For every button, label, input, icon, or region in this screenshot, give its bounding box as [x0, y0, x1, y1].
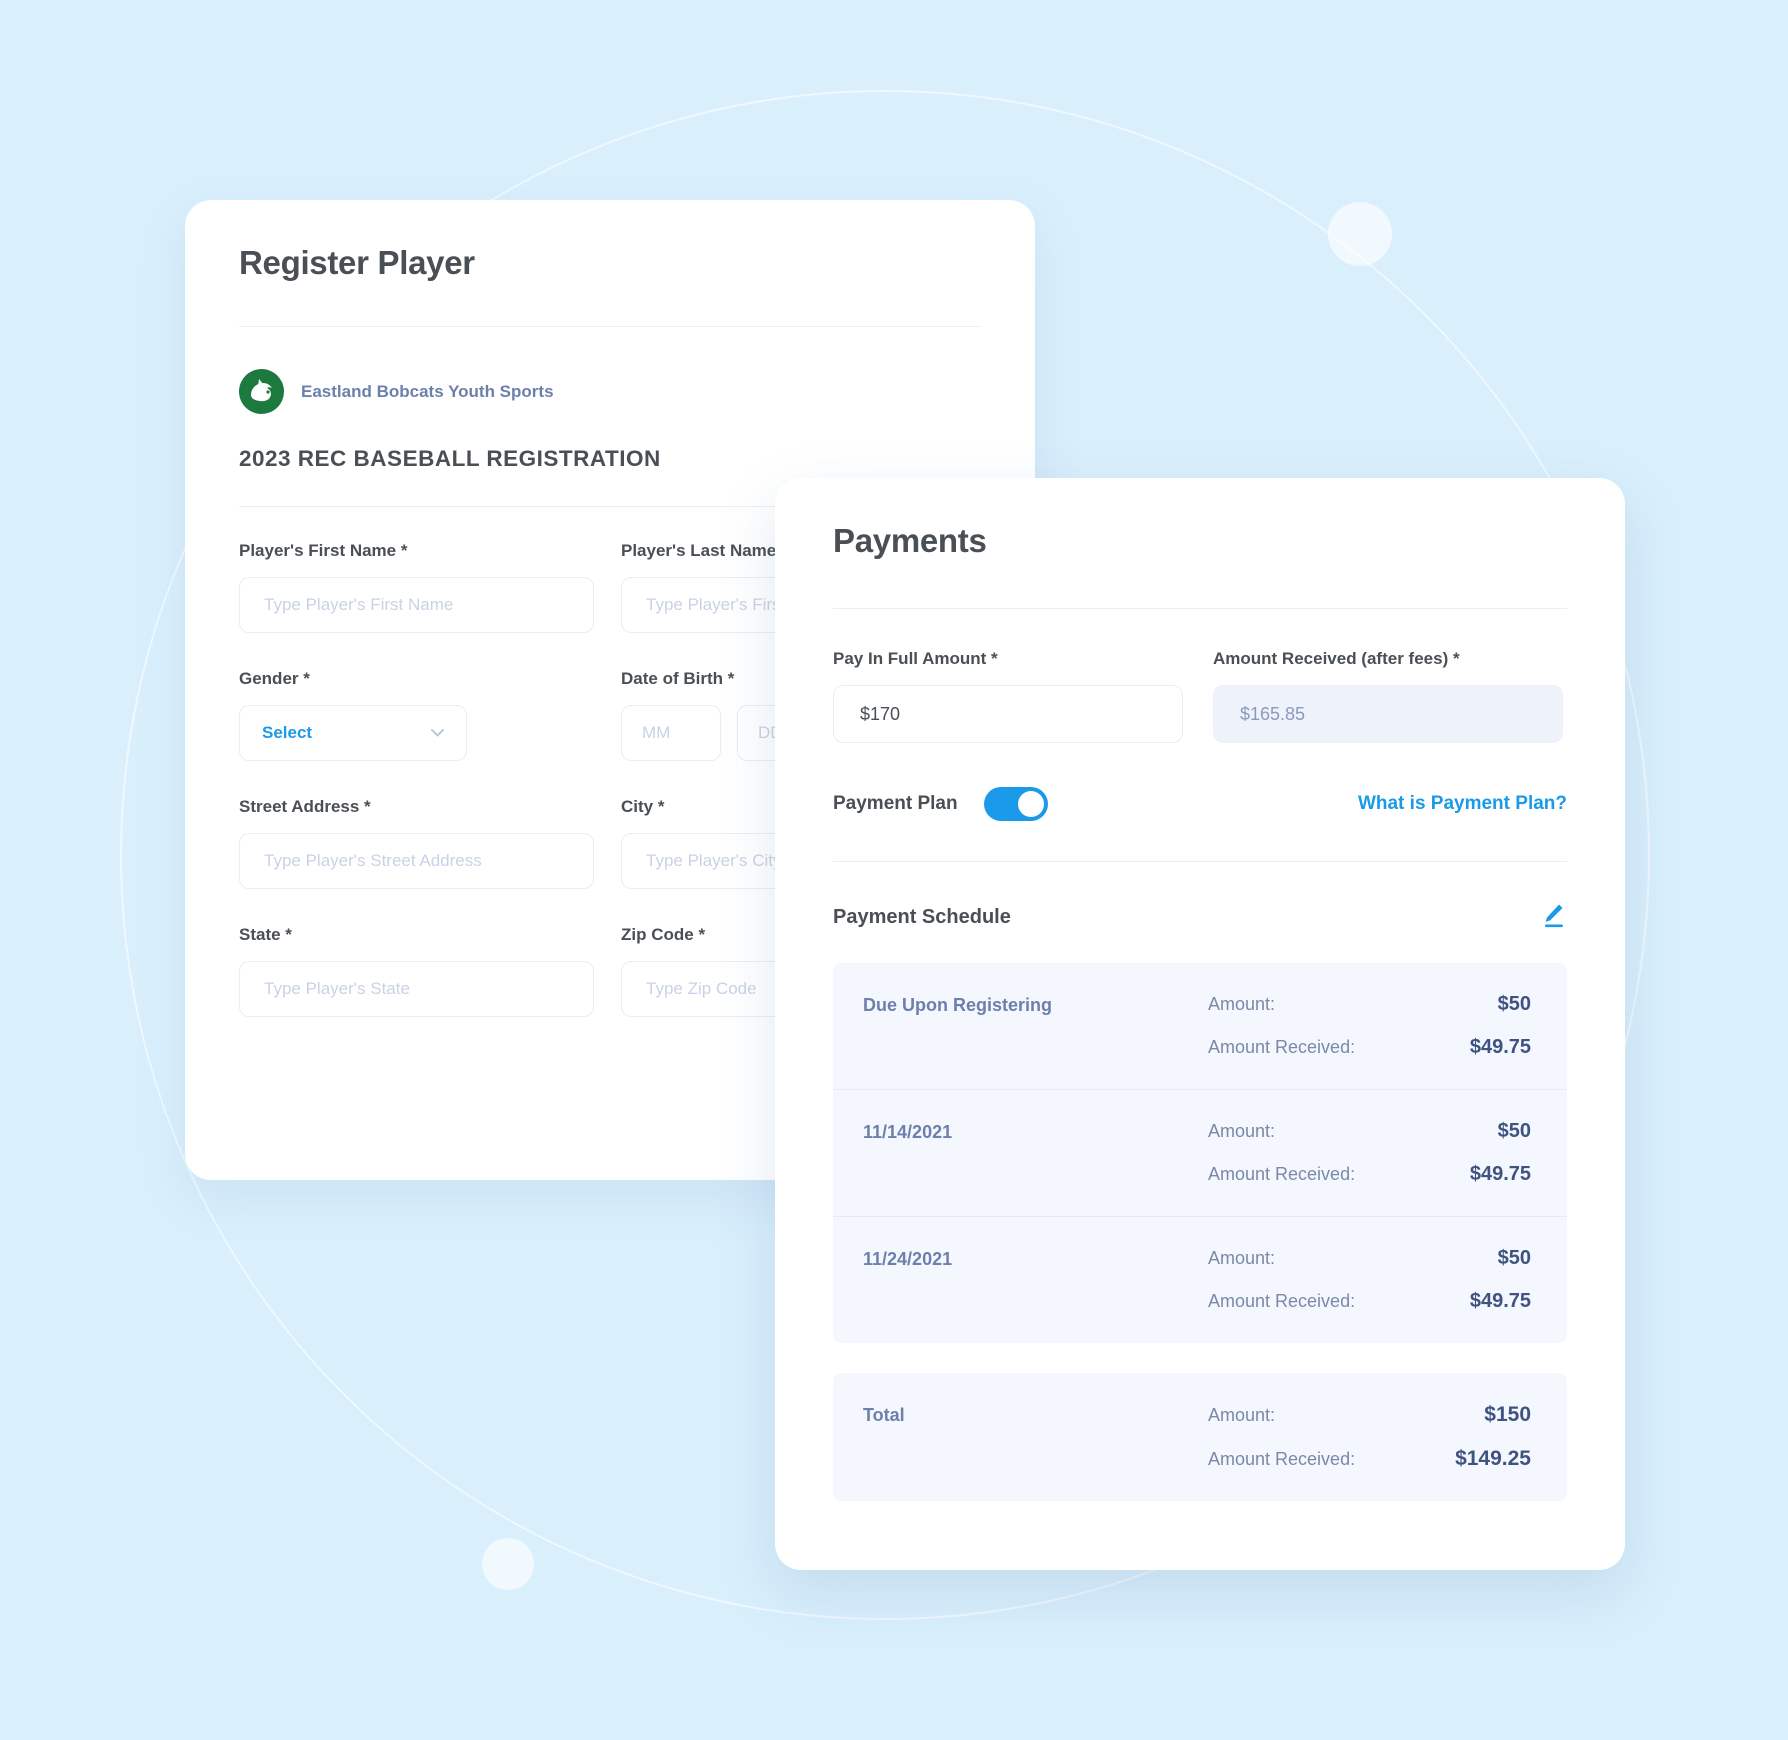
- table-row: 11/24/2021 Amount: $50 Amount Received: …: [833, 1217, 1567, 1343]
- schedule-amount-line: Amount: $50: [1208, 993, 1531, 1016]
- pencil-icon: [1545, 904, 1563, 928]
- total-amount-received-line: Amount Received: $149.25: [1208, 1447, 1531, 1471]
- table-row: Due Upon Registering Amount: $50 Amount …: [833, 963, 1567, 1090]
- amount-label: Amount:: [1208, 1405, 1276, 1425]
- payment-schedule-title: Payment Schedule: [833, 906, 1011, 928]
- gender-label: Gender *: [239, 669, 310, 688]
- street-address-input[interactable]: Type Player's Street Address: [239, 833, 594, 889]
- amount-received-label: Amount Received:: [1208, 1037, 1356, 1057]
- payment-plan-label: Payment Plan: [833, 793, 958, 814]
- total-label: Total: [863, 1405, 905, 1425]
- dob-month-input[interactable]: MM: [621, 705, 721, 761]
- payments-title: Payments: [833, 522, 987, 559]
- total-values: Amount: $150 Amount Received: $149.25: [1208, 1403, 1531, 1471]
- total-amount-received-value: $149.25: [1455, 1447, 1531, 1470]
- schedule-row-name: 11/14/2021: [863, 1122, 953, 1142]
- payment-amount-grid: Pay In Full Amount * $170 Amount Receive…: [833, 649, 1567, 743]
- field-gender: Gender * Select: [239, 669, 594, 761]
- background-dot-bottom-left: [482, 1538, 534, 1590]
- total-amount-line: Amount: $150: [1208, 1403, 1531, 1427]
- payments-title-divider: [833, 608, 1567, 609]
- schedule-amount-received-line: Amount Received: $49.75: [1208, 1163, 1531, 1186]
- amount-received-input: $165.85: [1213, 685, 1563, 743]
- amount-value: $50: [1497, 993, 1531, 1015]
- total-row: Total Amount: $150 Amount Received: $149…: [833, 1373, 1567, 1501]
- field-street-address: Street Address * Type Player's Street Ad…: [239, 797, 594, 889]
- schedule-row-values: Amount: $50 Amount Received: $49.75: [1208, 1120, 1531, 1186]
- amount-received-value: $49.75: [1469, 1163, 1531, 1185]
- payment-total-table: Total Amount: $150 Amount Received: $149…: [833, 1373, 1567, 1501]
- payment-schedule-table: Due Upon Registering Amount: $50 Amount …: [833, 963, 1567, 1343]
- field-amount-received: Amount Received (after fees) * $165.85: [1213, 649, 1563, 743]
- payment-plan-row: Payment Plan What is Payment Plan?: [833, 787, 1567, 821]
- chevron-down-icon: [431, 729, 444, 737]
- first-name-input[interactable]: Type Player's First Name: [239, 577, 594, 633]
- schedule-amount-line: Amount: $50: [1208, 1247, 1531, 1270]
- amount-received-label: Amount Received:: [1208, 1449, 1356, 1469]
- field-state: State * Type Player's State: [239, 925, 594, 1017]
- toggle-knob: [1017, 791, 1044, 817]
- pay-in-full-label: Pay In Full Amount *: [833, 649, 998, 668]
- amount-received-label: Amount Received:: [1208, 1291, 1356, 1311]
- gender-select[interactable]: Select: [239, 705, 467, 761]
- amount-received-label: Amount Received (after fees) *: [1213, 649, 1460, 668]
- organization-row: Eastland Bobcats Youth Sports: [239, 369, 981, 414]
- title-divider: [239, 326, 981, 327]
- pay-in-full-input[interactable]: $170: [833, 685, 1183, 743]
- what-is-payment-plan-link[interactable]: What is Payment Plan?: [1358, 793, 1567, 815]
- schedule-row-values: Amount: $50 Amount Received: $49.75: [1208, 993, 1531, 1059]
- background-dot-top-right: [1328, 202, 1392, 266]
- edit-schedule-button[interactable]: [1537, 900, 1567, 935]
- amount-value: $50: [1497, 1247, 1531, 1269]
- amount-received-value: $49.75: [1469, 1290, 1531, 1312]
- table-row: 11/14/2021 Amount: $50 Amount Received: …: [833, 1090, 1567, 1217]
- schedule-amount-received-line: Amount Received: $49.75: [1208, 1290, 1531, 1313]
- amount-received-label: Amount Received:: [1208, 1164, 1356, 1184]
- field-pay-in-full: Pay In Full Amount * $170: [833, 649, 1183, 743]
- amount-label: Amount:: [1208, 1248, 1276, 1268]
- amount-received-value: $49.75: [1469, 1036, 1531, 1058]
- state-input[interactable]: Type Player's State: [239, 961, 594, 1017]
- first-name-label: Player's First Name *: [239, 541, 408, 560]
- form-heading: 2023 REC BASEBALL REGISTRATION: [239, 446, 661, 471]
- amount-label: Amount:: [1208, 994, 1276, 1014]
- payment-schedule-header: Payment Schedule: [833, 900, 1567, 935]
- schedule-row-name: 11/24/2021: [863, 1249, 953, 1269]
- gender-selected-value: Select: [262, 723, 313, 742]
- amount-label: Amount:: [1208, 1121, 1276, 1141]
- payments-card: Payments Pay In Full Amount * $170 Amoun…: [775, 478, 1625, 1570]
- bobcat-logo-icon: [239, 369, 284, 414]
- payment-plan-divider: [833, 861, 1567, 862]
- schedule-amount-line: Amount: $50: [1208, 1120, 1531, 1143]
- payment-plan-toggle[interactable]: [983, 787, 1048, 821]
- page-title: Register Player: [239, 244, 475, 281]
- street-address-label: Street Address *: [239, 797, 371, 816]
- payment-plan-control: Payment Plan: [833, 787, 1048, 821]
- total-amount-value: $150: [1484, 1403, 1531, 1426]
- organization-name: Eastland Bobcats Youth Sports: [301, 381, 554, 401]
- state-label: State *: [239, 925, 292, 944]
- schedule-row-values: Amount: $50 Amount Received: $49.75: [1208, 1247, 1531, 1313]
- amount-value: $50: [1497, 1120, 1531, 1142]
- schedule-row-name: Due Upon Registering: [863, 995, 1053, 1015]
- schedule-amount-received-line: Amount Received: $49.75: [1208, 1036, 1531, 1059]
- field-first-name: Player's First Name * Type Player's Firs…: [239, 541, 594, 633]
